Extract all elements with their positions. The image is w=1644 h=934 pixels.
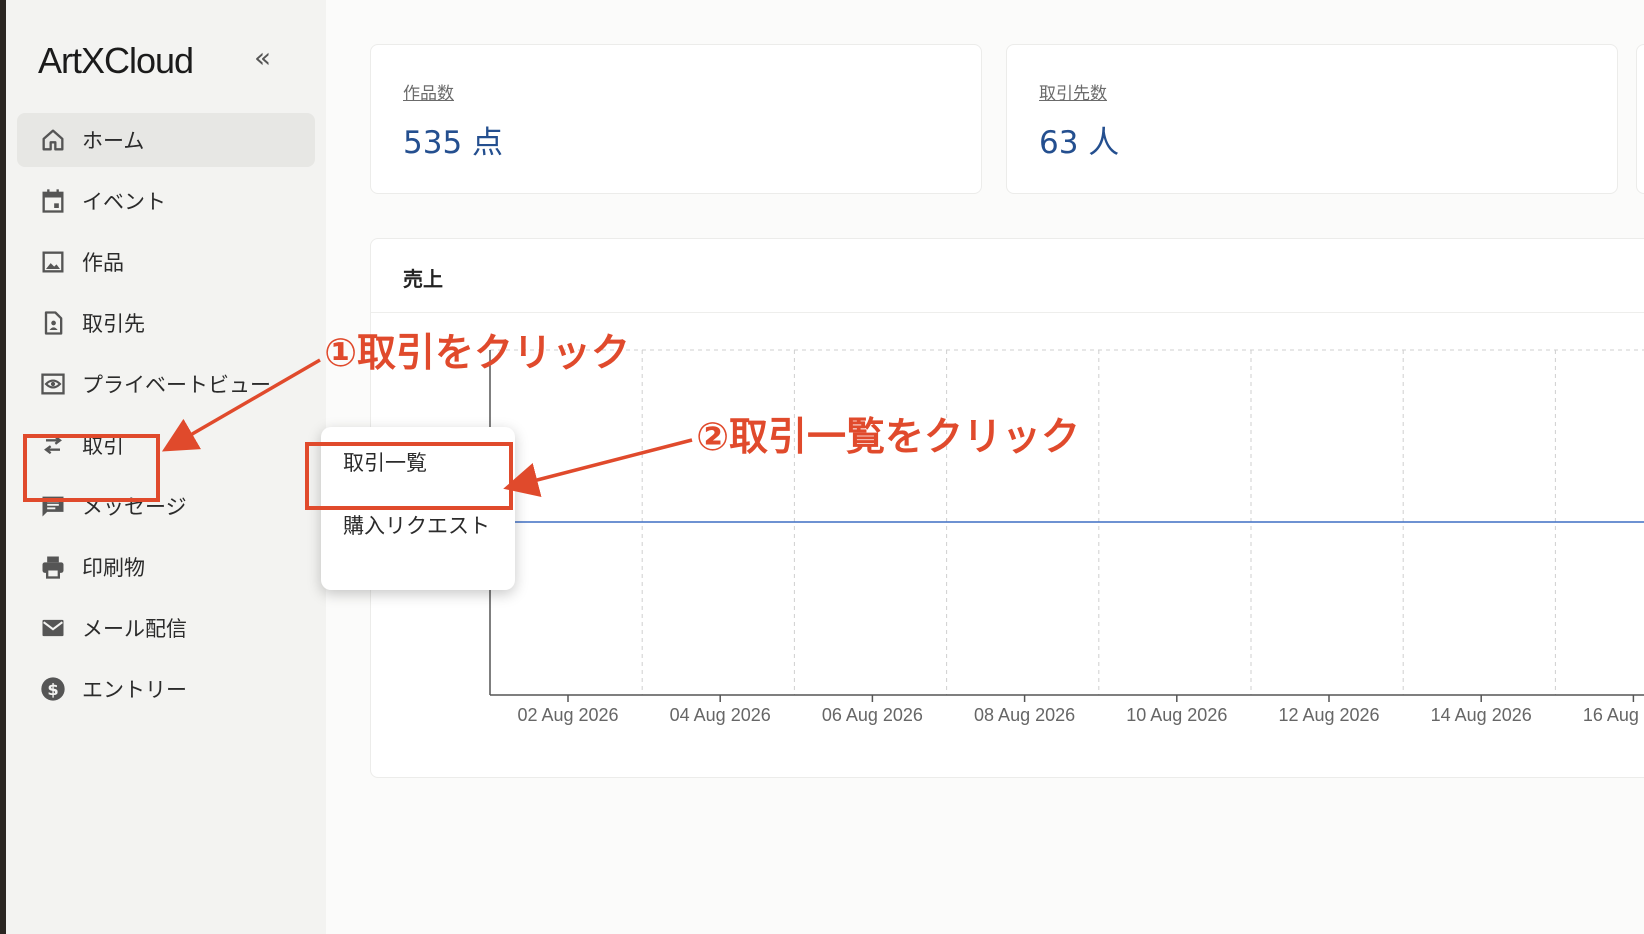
x-tick-label: 02 Aug 2026 <box>517 705 618 725</box>
x-tick-label: 12 Aug 2026 <box>1278 705 1379 725</box>
sales-chart: 02 Aug 2026 04 Aug 2026 06 Aug 2026 08 Aug … <box>489 349 1644 725</box>
annotation-step2: ②取引一覧をクリック <box>696 415 1081 460</box>
x-tick-label: 04 Aug 2026 <box>670 705 771 725</box>
app-window: ArtXCloud « ホーム イベント 作品 取引先 プライベートビュー 取引… <box>6 0 1644 934</box>
annotation-box-transaction-list <box>305 442 513 510</box>
annotation-step1: ①取引をクリック <box>324 331 631 376</box>
annotation-box-transactions <box>23 434 160 502</box>
x-tick-label: 14 Aug 2026 <box>1431 705 1532 725</box>
x-tick-label: 08 Aug 2026 <box>974 705 1075 725</box>
x-tick-label: 06 Aug 2026 <box>822 705 923 725</box>
x-tick-label: 10 Aug 2026 <box>1126 705 1227 725</box>
x-tick-label: 16 Aug 2026 <box>1583 705 1644 725</box>
